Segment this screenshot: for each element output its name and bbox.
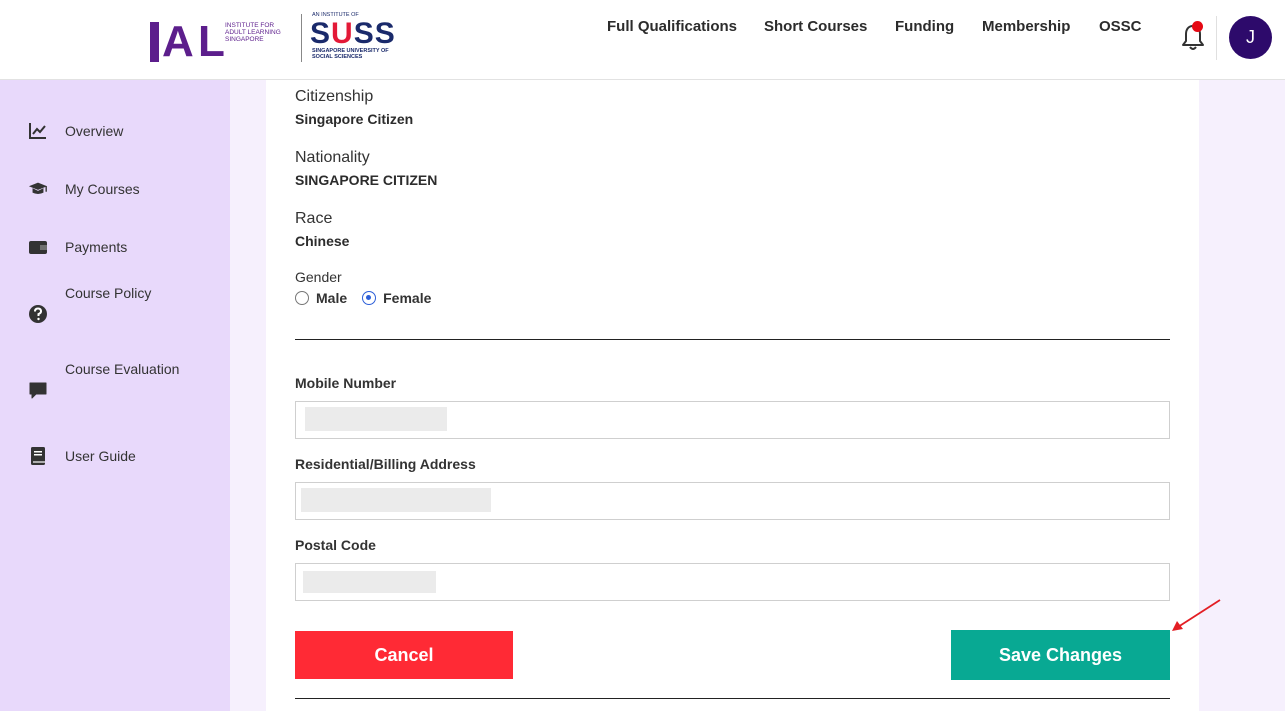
profile-form-panel: Citizenship Singapore Citizen Nationalit… [266,80,1199,711]
sidebar: Overview My Courses Payments Course Poli… [0,80,230,711]
save-changes-button[interactable]: Save Changes [951,630,1170,680]
address-input[interactable] [295,482,1170,520]
sidebar-item-payments[interactable]: Payments [28,237,127,257]
gender-label: Gender [295,269,342,285]
top-header: A L INSTITUTE FOR ADULT LEARNING SINGAPO… [0,0,1285,80]
chart-line-icon [29,123,46,139]
nav-ossc[interactable]: OSSC [1099,18,1142,35]
gender-radio-female[interactable] [362,291,377,305]
suss-subtitle: SINGAPORE UNIVERSITY OF SOCIAL SCIENCES [312,48,389,60]
sidebar-item-course-policy[interactable]: Course Policy [28,285,151,324]
sidebar-item-label: User Guide [65,448,136,464]
gender-radio-group: Male Female [295,290,446,306]
ial-logo-l: L [198,17,225,66]
ial-logo-a: A [162,17,194,66]
sidebar-item-course-evaluation[interactable]: Course Evaluation [28,361,179,400]
redacted-value [303,571,436,593]
postal-code-input[interactable] [295,563,1170,601]
citizenship-value: Singapore Citizen [295,111,414,127]
notification-dot [1192,21,1203,32]
race-label: Race [295,210,333,227]
sidebar-item-overview[interactable]: Overview [28,121,123,141]
nav-full-qualifications[interactable]: Full Qualifications [607,18,737,35]
citizenship-label: Citizenship [295,88,374,105]
sidebar-item-label: Course Policy [65,285,152,301]
bottom-divider [295,698,1170,699]
redacted-value [305,407,447,431]
question-circle-icon [29,305,47,323]
nav-funding[interactable]: Funding [895,18,954,35]
sidebar-item-label: Overview [65,123,124,139]
sidebar-item-label: Payments [65,239,128,255]
wallet-icon [29,241,47,254]
sidebar-item-user-guide[interactable]: User Guide [28,446,136,466]
comment-icon [29,382,47,399]
ial-logo-i-bar [150,22,159,62]
annotation-arrow-icon [1172,599,1221,631]
sidebar-item-label: Course Evaluation [65,361,180,377]
ial-logo: A L INSTITUTE FOR ADULT LEARNING SINGAPO… [148,14,281,66]
nav-short-courses[interactable]: Short Courses [764,18,867,35]
nationality-label: Nationality [295,149,370,166]
sidebar-item-my-courses[interactable]: My Courses [28,179,140,199]
nav-membership[interactable]: Membership [982,18,1070,35]
address-label: Residential/Billing Address [295,456,476,472]
race-value: Chinese [295,233,350,249]
book-icon [31,447,45,465]
ial-logo-text: INSTITUTE FOR ADULT LEARNING SINGAPORE [225,22,281,43]
header-separator [1216,16,1217,60]
mobile-number-label: Mobile Number [295,375,397,391]
gender-option-male[interactable]: Male [316,290,347,306]
mobile-number-input[interactable] [295,401,1170,439]
sidebar-item-label: My Courses [65,181,140,197]
section-divider [295,339,1170,340]
gender-radio-male[interactable] [295,291,309,305]
logo-divider [301,14,302,62]
graduation-cap-icon [28,182,48,194]
site-logo[interactable]: A L INSTITUTE FOR ADULT LEARNING SINGAPO… [148,12,395,66]
suss-wordmark: SUSS [310,17,396,50]
redacted-value [301,488,491,512]
user-avatar[interactable]: J [1229,16,1272,59]
nationality-value: SINGAPORE CITIZEN [295,172,438,188]
postal-code-label: Postal Code [295,537,376,553]
cancel-button[interactable]: Cancel [295,631,513,679]
gender-option-female[interactable]: Female [383,290,431,306]
